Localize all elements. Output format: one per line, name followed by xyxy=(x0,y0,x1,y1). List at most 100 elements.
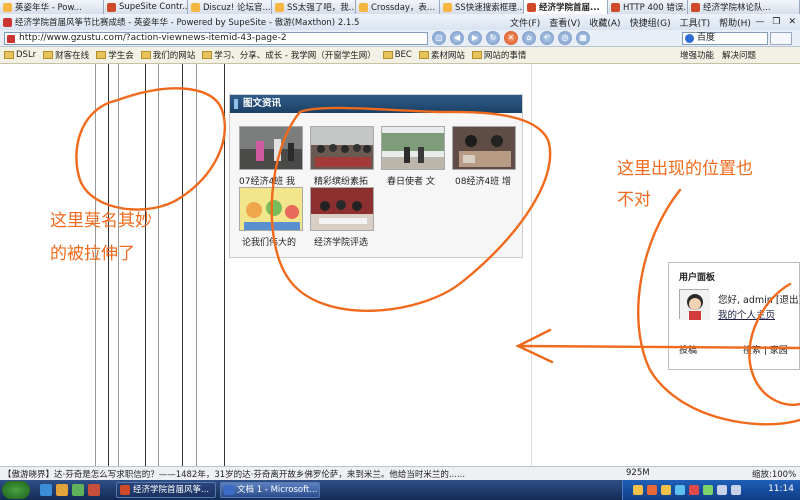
favorite-item[interactable]: BEC xyxy=(382,50,412,60)
browser-tab[interactable]: HTTP 400 错误... xyxy=(608,0,688,14)
favorites-bar: DSLr 财客在线 学生会 我们的网站 学习、分享、成长 - 我学网（开窗学生网… xyxy=(0,47,800,64)
news-thumbnail[interactable] xyxy=(310,126,374,170)
word-icon xyxy=(224,485,234,495)
news-caption[interactable]: 07经济4班 我 xyxy=(239,174,311,187)
folder-icon xyxy=(382,51,393,59)
news-caption[interactable]: 08经济4班 增 xyxy=(455,174,527,187)
favorite-item[interactable]: 我们的网站 xyxy=(140,49,195,61)
content-border xyxy=(531,64,532,466)
favorite-label: DSLr xyxy=(16,50,37,60)
taskbar-task-word[interactable]: 文档 1 - Microsoft... xyxy=(220,482,320,498)
favorite-item[interactable]: 网站的事情 xyxy=(471,49,526,61)
nav-buttons: ▢ ◀ ▶ ↻ ✕ ⌂ ↶ ◷ ▦ xyxy=(432,31,590,45)
calendar-icon[interactable]: ▦ xyxy=(576,31,590,45)
address-input[interactable]: http://www.gzustu.com/?action-viewnews-i… xyxy=(4,32,428,45)
thumbnail-image xyxy=(382,127,444,169)
tab-label: 经济学院林论队... xyxy=(703,3,771,13)
tray-icon[interactable] xyxy=(675,485,685,495)
annotation-text: 这里莫名其妙 xyxy=(50,211,152,231)
browser-tab[interactable]: SS太强了吧，我... xyxy=(272,0,356,14)
stretched-column-line xyxy=(182,64,183,466)
troubleshoot-button[interactable]: 解决问题 xyxy=(722,49,756,61)
menu-file[interactable]: 文件(F) xyxy=(510,16,540,29)
annotation-text: 不对 xyxy=(617,190,651,210)
favorite-item[interactable]: 学习、分享、成长 - 我学网（开窗学生网） xyxy=(202,49,376,61)
favorite-item[interactable]: 学生会 xyxy=(96,49,134,61)
thumbnail-image xyxy=(311,127,373,169)
menu-groups[interactable]: 快捷组(G) xyxy=(630,16,671,29)
avatar[interactable] xyxy=(679,289,710,320)
browser-icon xyxy=(120,485,130,495)
app-quicklaunch-icon[interactable] xyxy=(72,484,84,496)
favorite-item[interactable]: DSLr xyxy=(4,50,36,60)
tray-icon[interactable] xyxy=(703,485,713,495)
menu-favorites[interactable]: 收藏(A) xyxy=(589,16,620,29)
news-thumbnail[interactable] xyxy=(239,187,303,231)
news-thumbnail[interactable] xyxy=(239,126,303,170)
news-caption[interactable]: 经济学院评选 xyxy=(314,235,386,248)
stretched-column-line xyxy=(224,64,225,466)
browser-tab[interactable]: 经济学院林论队... xyxy=(688,0,800,14)
minimize-icon[interactable]: — xyxy=(755,17,764,27)
network-icon[interactable] xyxy=(731,485,741,495)
favorite-label: BEC xyxy=(394,50,412,60)
volume-icon[interactable] xyxy=(717,485,727,495)
browser-tab[interactable]: SupeSite Contr... xyxy=(104,0,188,14)
tray-icon[interactable] xyxy=(647,485,657,495)
start-button[interactable] xyxy=(2,481,30,499)
menu-help[interactable]: 帮助(H) xyxy=(719,16,751,29)
taskbar: 经济学院首届风筝... 文档 1 - Microsoft... 11:14 xyxy=(0,480,800,500)
news-caption[interactable]: 论我们伟大的 xyxy=(242,235,314,248)
refresh-icon[interactable]: ↻ xyxy=(486,31,500,45)
clock[interactable]: 11:14 xyxy=(768,484,794,494)
news-caption[interactable]: 精彩缤纷素拓 xyxy=(314,174,386,187)
undo-icon[interactable]: ↶ xyxy=(540,31,554,45)
page-icon[interactable]: ▢ xyxy=(432,31,446,45)
tray-icon[interactable] xyxy=(689,485,699,495)
folder-icon xyxy=(418,51,429,59)
tab-label: SS快速搜索框理... xyxy=(455,3,524,13)
taskbar-task-browser[interactable]: 经济学院首届风筝... xyxy=(116,482,216,498)
window-title: 经济学院首届风筝节比赛成绩 - 英姿年华 - Powered by SupeSi… xyxy=(15,18,360,28)
folder-quicklaunch-icon[interactable] xyxy=(56,484,68,496)
tray-icon[interactable] xyxy=(661,485,671,495)
browser-tab[interactable]: Crossday，表... xyxy=(356,0,440,14)
search-input[interactable]: 百度 xyxy=(682,32,768,45)
browser-tab[interactable]: SS快速搜索框理... xyxy=(440,0,524,14)
news-thumbnail[interactable] xyxy=(452,126,516,170)
news-caption[interactable]: 春日使者 文 xyxy=(387,174,459,187)
news-thumbnail[interactable] xyxy=(310,187,374,231)
search-home-links[interactable]: 搜索 | 家园 xyxy=(743,343,788,356)
close-icon[interactable]: ✕ xyxy=(788,17,796,27)
back-icon[interactable]: ◀ xyxy=(450,31,464,45)
favorite-item[interactable]: 素材网站 xyxy=(418,49,465,61)
search-button[interactable] xyxy=(770,32,792,45)
home-icon[interactable]: ⌂ xyxy=(522,31,536,45)
app-quicklaunch-icon[interactable] xyxy=(88,484,100,496)
browser-tab-active[interactable]: 经济学院首届... xyxy=(524,0,608,14)
tab-label: HTTP 400 错误... xyxy=(623,3,688,13)
forward-icon[interactable]: ▶ xyxy=(468,31,482,45)
status-message[interactable]: 【傲游晓界】达·芬奇是怎么写求职信的？——1482年，31岁的达·芬奇离开故乡佛… xyxy=(3,468,603,480)
history-icon[interactable]: ◷ xyxy=(558,31,572,45)
browser-quicklaunch-icon[interactable] xyxy=(40,484,52,496)
menu-view[interactable]: 查看(V) xyxy=(549,16,580,29)
restore-icon[interactable]: ❐ xyxy=(772,17,780,27)
thumbnail-image xyxy=(240,127,302,169)
post-link[interactable]: 投稿 xyxy=(679,343,697,356)
favorite-label: 素材网站 xyxy=(430,51,465,61)
tray-icon[interactable] xyxy=(633,485,643,495)
page-icon xyxy=(3,2,12,12)
task-label: 经济学院首届风筝... xyxy=(133,485,210,495)
zoom-indicator[interactable]: 缩放:100% xyxy=(752,468,796,480)
favorite-item[interactable]: 财客在线 xyxy=(43,49,89,61)
news-thumbnail[interactable] xyxy=(381,126,445,170)
menu-tools[interactable]: 工具(T) xyxy=(680,16,711,29)
profile-link[interactable]: 我的个人主页 xyxy=(718,307,775,321)
page-content: 图文资讯 07经济4班 我 精彩缤纷素拓 春日使者 文 08经济4班 增 论我们… xyxy=(0,64,800,466)
stop-icon[interactable]: ✕ xyxy=(504,31,518,45)
site-icon xyxy=(7,35,15,43)
browser-tab[interactable]: Discuz! 论坛官... xyxy=(188,0,272,14)
browser-tab[interactable]: 英姿年华 - Pow... xyxy=(0,0,104,14)
enhance-button[interactable]: 增强功能 xyxy=(680,49,714,61)
